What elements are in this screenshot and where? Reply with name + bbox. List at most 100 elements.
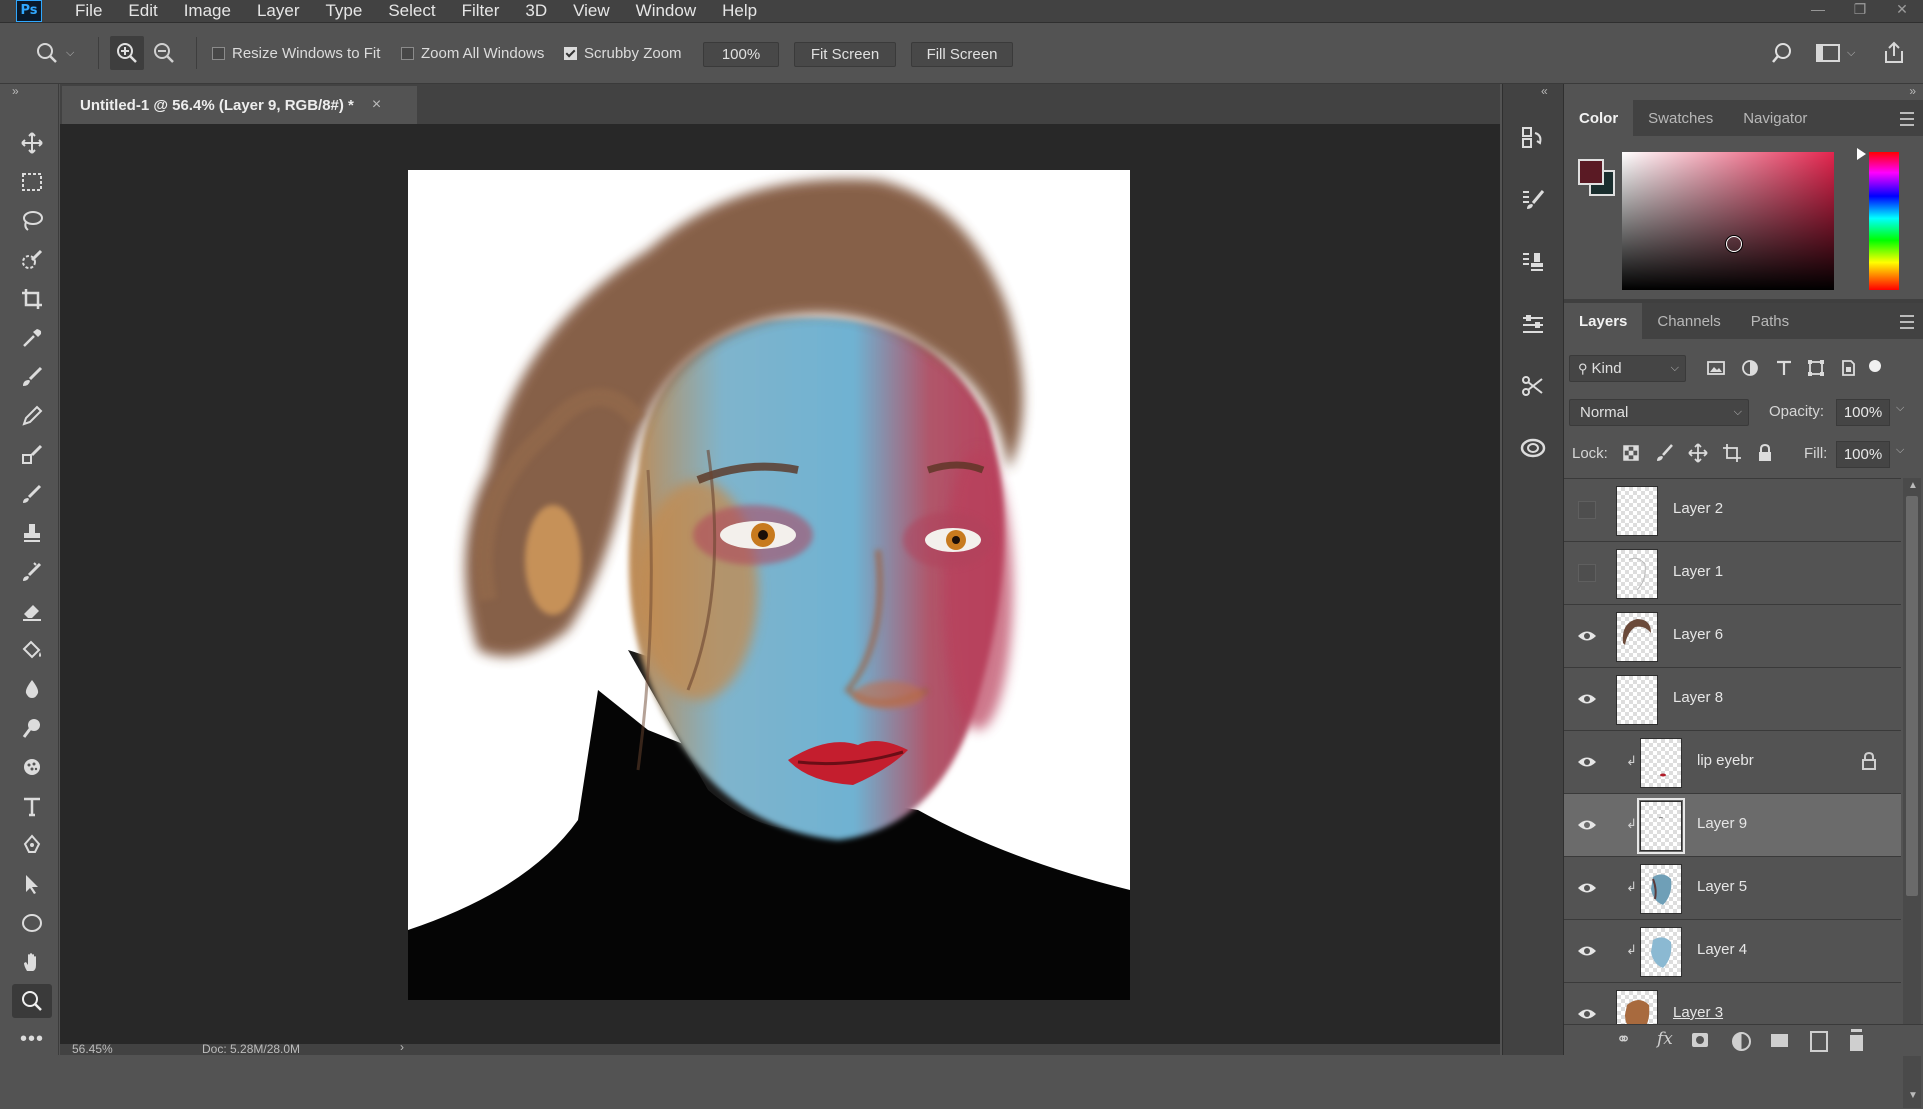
layer-filter-select[interactable]: ⚲ Kind ⌵: [1569, 355, 1686, 382]
menu-help[interactable]: Help: [722, 1, 757, 21]
brush-settings-button[interactable]: [1513, 180, 1553, 220]
layer-name[interactable]: Layer 9: [1697, 815, 1747, 832]
layer-name[interactable]: lip eyebr: [1697, 752, 1754, 769]
new-group-folder-icon[interactable]: [1771, 1034, 1788, 1047]
zoom-in-button[interactable]: [110, 23, 144, 83]
workspace-switcher[interactable]: ⌵: [1815, 23, 1855, 83]
close-icon[interactable]: ✕: [1881, 0, 1923, 22]
lock-transparent-pixels-icon[interactable]: [1621, 443, 1641, 468]
share-button[interactable]: [1882, 23, 1906, 83]
layer-name[interactable]: Layer 1: [1673, 563, 1723, 580]
more-tools-button[interactable]: •••: [12, 1022, 52, 1056]
lock-artboard-icon[interactable]: [1722, 443, 1742, 468]
lasso-tool[interactable]: [12, 204, 52, 238]
history-brush-tool[interactable]: [12, 477, 52, 511]
minimize-icon[interactable]: —: [1797, 0, 1839, 22]
dodge-tool[interactable]: [12, 711, 52, 745]
visibility-eye-icon[interactable]: [1576, 877, 1598, 899]
zoom-all-windows-checkbox[interactable]: Zoom All Windows: [401, 23, 544, 83]
resize-windows-checkbox[interactable]: Resize Windows to Fit: [212, 23, 380, 83]
scrubby-zoom-checkbox[interactable]: Scrubby Zoom: [564, 23, 682, 83]
lock-position-icon[interactable]: [1688, 443, 1708, 468]
art-history-brush-tool[interactable]: [12, 555, 52, 589]
fill-screen-button[interactable]: Fill Screen: [911, 42, 1013, 67]
opacity-field[interactable]: 100%: [1836, 399, 1890, 426]
stamp-tool[interactable]: [12, 516, 52, 550]
libraries-button[interactable]: [1513, 428, 1553, 468]
scroll-up-icon[interactable]: ▲: [1908, 480, 1918, 491]
clone-source-button[interactable]: [1513, 242, 1553, 282]
filter-adjustment-layers-icon[interactable]: [1740, 358, 1760, 383]
status-arrow-icon[interactable]: ›: [400, 1040, 404, 1054]
color-picker-field[interactable]: [1622, 152, 1834, 290]
layers-scrollbar[interactable]: ▲ ▼: [1903, 478, 1921, 1108]
layer-row[interactable]: Layer 6: [1564, 605, 1901, 668]
fill-dropdown-icon[interactable]: ⌵: [1896, 444, 1904, 457]
type-tool[interactable]: [12, 789, 52, 823]
visibility-eye-icon[interactable]: [1576, 751, 1598, 773]
lock-all-icon[interactable]: [1755, 443, 1775, 468]
ellipse-tool[interactable]: [12, 906, 52, 940]
tab-paths[interactable]: Paths: [1736, 303, 1804, 339]
opacity-dropdown-icon[interactable]: ⌵: [1896, 402, 1904, 415]
eyedropper-tool[interactable]: [12, 321, 52, 355]
filter-type-layers-icon[interactable]: [1774, 358, 1794, 383]
visibility-toggle-off[interactable]: [1578, 501, 1596, 519]
canvas[interactable]: [408, 170, 1130, 1000]
menu-layer[interactable]: Layer: [257, 1, 300, 21]
layer-name[interactable]: Layer 5: [1697, 878, 1747, 895]
menu-filter[interactable]: Filter: [462, 1, 500, 21]
layer-row[interactable]: Layer 1: [1564, 542, 1901, 605]
tab-channels[interactable]: Channels: [1642, 303, 1735, 339]
sponge-tool[interactable]: [12, 750, 52, 784]
blend-mode-select[interactable]: Normal ⌵: [1569, 399, 1749, 426]
tool-presets-button[interactable]: [1513, 366, 1553, 406]
tab-swatches[interactable]: Swatches: [1633, 100, 1728, 136]
filter-smart-objects-icon[interactable]: [1838, 358, 1858, 383]
delete-layer-trash-icon[interactable]: [1850, 1032, 1863, 1051]
filter-pixel-layers-icon[interactable]: [1706, 358, 1726, 383]
zoom-tool-preset[interactable]: ⌵: [34, 23, 74, 83]
eraser-tool[interactable]: [12, 594, 52, 628]
layer-row[interactable]: ↲ Layer 4: [1564, 920, 1901, 983]
filter-shape-layers-icon[interactable]: [1806, 358, 1826, 383]
marquee-tool[interactable]: [12, 165, 52, 199]
paint-bucket-tool[interactable]: [12, 633, 52, 667]
expand-toolbar-icon[interactable]: »: [12, 84, 19, 98]
zoom-percent-field[interactable]: 100%: [703, 42, 779, 67]
foreground-color-swatch[interactable]: [1578, 159, 1604, 185]
pencil-tool[interactable]: [12, 399, 52, 433]
visibility-eye-icon[interactable]: [1576, 625, 1598, 647]
visibility-toggle-off[interactable]: [1578, 564, 1596, 582]
menu-edit[interactable]: Edit: [128, 1, 157, 21]
color-picker-cursor[interactable]: [1726, 236, 1742, 252]
layers-panel-menu-icon[interactable]: [1900, 315, 1914, 329]
menu-image[interactable]: Image: [184, 1, 231, 21]
layer-name[interactable]: Layer 6: [1673, 626, 1723, 643]
menu-view[interactable]: View: [573, 1, 610, 21]
new-adjustment-layer-icon[interactable]: [1732, 1032, 1751, 1051]
quick-selection-tool[interactable]: [12, 243, 52, 277]
zoom-tool[interactable]: [12, 984, 52, 1018]
layer-style-fx-icon[interactable]: fx: [1657, 1029, 1673, 1049]
document-tab[interactable]: Untitled-1 @ 56.4% (Layer 9, RGB/8#) * ×: [62, 86, 417, 124]
menu-select[interactable]: Select: [388, 1, 435, 21]
filter-toggle-switch[interactable]: [1869, 360, 1881, 372]
layer-name[interactable]: Layer 3: [1673, 1004, 1723, 1021]
visibility-eye-icon[interactable]: [1576, 940, 1598, 962]
lock-image-pixels-icon[interactable]: [1655, 443, 1675, 468]
pen-tool[interactable]: [12, 828, 52, 862]
link-layers-icon[interactable]: ⚭: [1616, 1029, 1631, 1050]
status-zoom[interactable]: 56.45%: [72, 1042, 113, 1056]
brush-tool[interactable]: [12, 360, 52, 394]
zoom-out-button[interactable]: [152, 23, 176, 83]
scroll-down-icon[interactable]: ▼: [1908, 1090, 1918, 1101]
visibility-eye-icon[interactable]: [1576, 1003, 1598, 1025]
layer-name[interactable]: Layer 8: [1673, 689, 1723, 706]
new-layer-icon[interactable]: [1810, 1031, 1828, 1052]
color-panel-menu-icon[interactable]: [1900, 112, 1914, 126]
close-tab-button[interactable]: ×: [372, 96, 381, 114]
tab-navigator[interactable]: Navigator: [1728, 100, 1822, 136]
tab-layers[interactable]: Layers: [1564, 303, 1643, 339]
menu-window[interactable]: Window: [636, 1, 696, 21]
